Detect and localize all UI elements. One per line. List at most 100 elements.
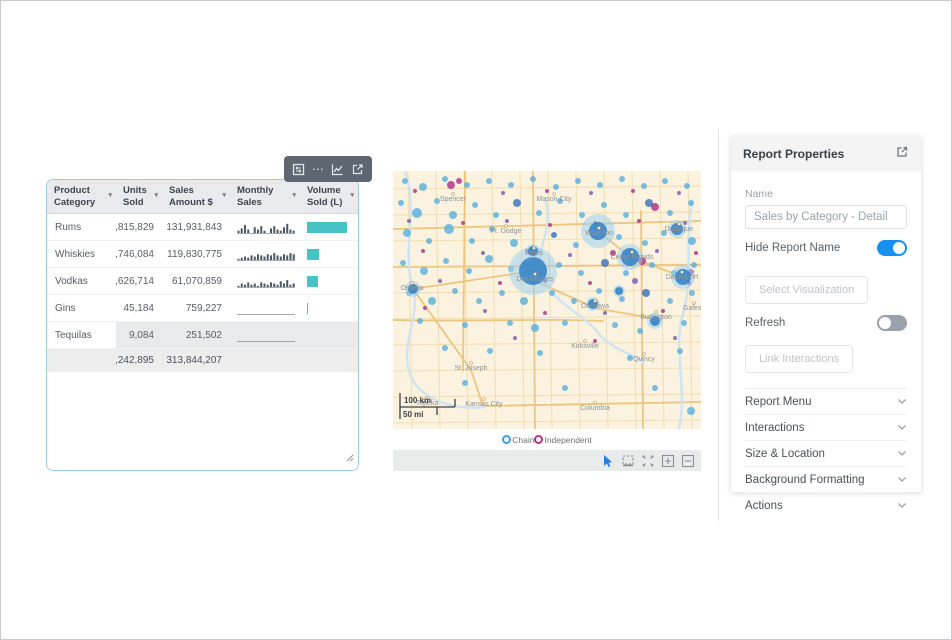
accordion-background-formatting[interactable]: Background Formatting [745,467,907,493]
units-cell[interactable]: 9,084 [116,322,162,348]
legend-label: Chain [512,435,534,445]
accordion-label: Report Menu [745,396,811,408]
map-visualization[interactable]: SpencerMason CityFt. DodgeWaterlooDubuqu… [393,171,701,429]
panel-title: Report Properties [743,147,844,161]
table-row[interactable]: Rums7,815,829131,931,843 [47,214,358,241]
svg-text:Ft. Dodge: Ft. Dodge [491,228,522,235]
table-body: Rums7,815,829131,931,843Whiskies4,746,08… [47,214,358,372]
sort-dropdown-icon[interactable]: ▾ [350,192,354,200]
volume-bar-cell[interactable] [300,268,358,294]
monthly-sales-sparkline-cell[interactable] [230,268,300,294]
zoom-in-icon[interactable] [661,454,675,468]
accordion-interactions[interactable]: Interactions [745,415,907,441]
monthly-sales-sparkline-cell[interactable] [230,322,300,348]
svg-text:Mason City: Mason City [536,196,572,203]
volume-bar [307,303,308,314]
accordion-report-menu[interactable]: Report Menu [745,389,907,415]
chevron-down-icon [897,474,907,486]
svg-text:Davenport: Davenport [666,274,698,281]
column-header-monthly-sales[interactable]: Monthly Sales▾ [230,180,300,213]
grid-icon[interactable] [292,163,305,176]
volume-bar-cell[interactable] [300,214,358,240]
report-name-input[interactable] [745,205,907,229]
line-chart-icon[interactable] [331,163,344,176]
legend-item-independent[interactable]: Independent [534,435,591,445]
category-cell[interactable]: Vodkas [47,268,116,294]
units-cell[interactable]: 4,626,714 [116,268,162,294]
volume-bar-cell[interactable] [300,322,358,348]
sort-dropdown-icon[interactable]: ▾ [108,192,112,200]
zoom-out-icon[interactable] [681,454,695,468]
sales-cell[interactable]: 119,830,775 [162,241,230,267]
refresh-toggle[interactable] [877,315,907,331]
chevron-down-icon [897,448,907,460]
column-header-label: Units Sold [123,185,152,208]
accordion-size-location[interactable]: Size & Location [745,441,907,467]
map-toolbar [393,450,701,471]
table-row[interactable]: Vodkas4,626,71461,070,859 [47,268,358,295]
svg-text:Kirksville: Kirksville [571,343,599,350]
name-label: Name [745,188,907,200]
sort-dropdown-icon[interactable]: ▾ [154,192,158,200]
monthly-sales-sparkline-cell[interactable] [230,295,300,321]
monthly-sales-sparkline-cell[interactable] [230,214,300,240]
volume-bar-cell[interactable] [300,241,358,267]
category-cell[interactable]: Rums [47,214,116,240]
volume-bar [307,276,318,287]
marquee-select-icon[interactable] [621,454,635,468]
svg-text:Spencer: Spencer [440,196,467,203]
table-row[interactable]: Whiskies4,746,084119,830,775 [47,241,358,268]
chevron-down-icon [897,422,907,434]
legend-marker-icon [534,435,543,444]
table-row[interactable]: Gins45,184759,227 [47,295,358,322]
legend-item-chain[interactable]: Chain [502,435,534,445]
total-units-cell: 17,242,895 [116,349,162,372]
units-cell[interactable]: 7,815,829 [116,214,162,240]
table-row[interactable]: Tequilas9,084251,502 [47,322,358,349]
svg-text:Des Moines: Des Moines [517,276,554,283]
units-cell[interactable]: 45,184 [116,295,162,321]
chevron-down-icon [897,396,907,408]
total-sales-cell: 313,844,207 [162,349,230,372]
column-header-sales-amount-[interactable]: Sales Amount $▾ [162,180,230,213]
open-in-new-icon[interactable] [351,163,364,176]
hide-report-name-toggle[interactable] [877,240,907,256]
units-cell[interactable]: 4,746,084 [116,241,162,267]
resize-handle[interactable] [346,449,354,467]
sort-dropdown-icon[interactable]: ▾ [222,192,226,200]
sales-cell[interactable]: 759,227 [162,295,230,321]
svg-text:100 km: 100 km [404,396,431,405]
category-cell[interactable]: Gins [47,295,116,321]
legend-marker-icon [502,435,511,444]
volume-bar-cell[interactable] [300,295,358,321]
sales-cell[interactable]: 61,070,859 [162,268,230,294]
link-interactions-button[interactable]: Link Interactions [745,345,853,373]
total-empty-cell [230,349,300,372]
accordion-actions[interactable]: Actions [745,493,907,518]
sales-cell[interactable]: 251,502 [162,322,230,348]
column-header-volume-sold-l-[interactable]: Volume Sold (L)▾ [300,180,358,213]
accordion-label: Actions [745,500,783,512]
column-header-label: Product Category [54,185,106,208]
sales-cell[interactable]: 131,931,843 [162,214,230,240]
sort-dropdown-icon[interactable]: ▾ [292,192,296,200]
svg-text:Columbia: Columbia [580,405,610,412]
pan-icon[interactable] [641,454,655,468]
column-header-label: Volume Sold (L) [307,185,348,208]
category-cell[interactable]: Tequilas [47,322,116,348]
select-visualization-button[interactable]: Select Visualization [745,276,868,304]
sales-table-widget[interactable]: Product Category▾Units Sold▾Sales Amount… [46,179,359,471]
accordion-label: Background Formatting [745,474,865,486]
column-header-label: Monthly Sales [237,185,290,208]
category-cell[interactable]: Whiskies [47,241,116,267]
monthly-sales-sparkline-cell[interactable] [230,241,300,267]
cursor-icon[interactable] [601,454,615,468]
column-header-product-category[interactable]: Product Category▾ [47,180,116,213]
more-options-icon[interactable]: ⋯ [312,166,325,172]
column-header-units-sold[interactable]: Units Sold▾ [116,180,162,213]
map-legend: ChainIndependent [393,431,701,448]
table-header-row: Product Category▾Units Sold▾Sales Amount… [47,180,358,214]
popout-icon[interactable] [895,145,909,162]
panel-header: Report Properties [731,136,921,171]
svg-text:50 mi: 50 mi [403,410,423,419]
